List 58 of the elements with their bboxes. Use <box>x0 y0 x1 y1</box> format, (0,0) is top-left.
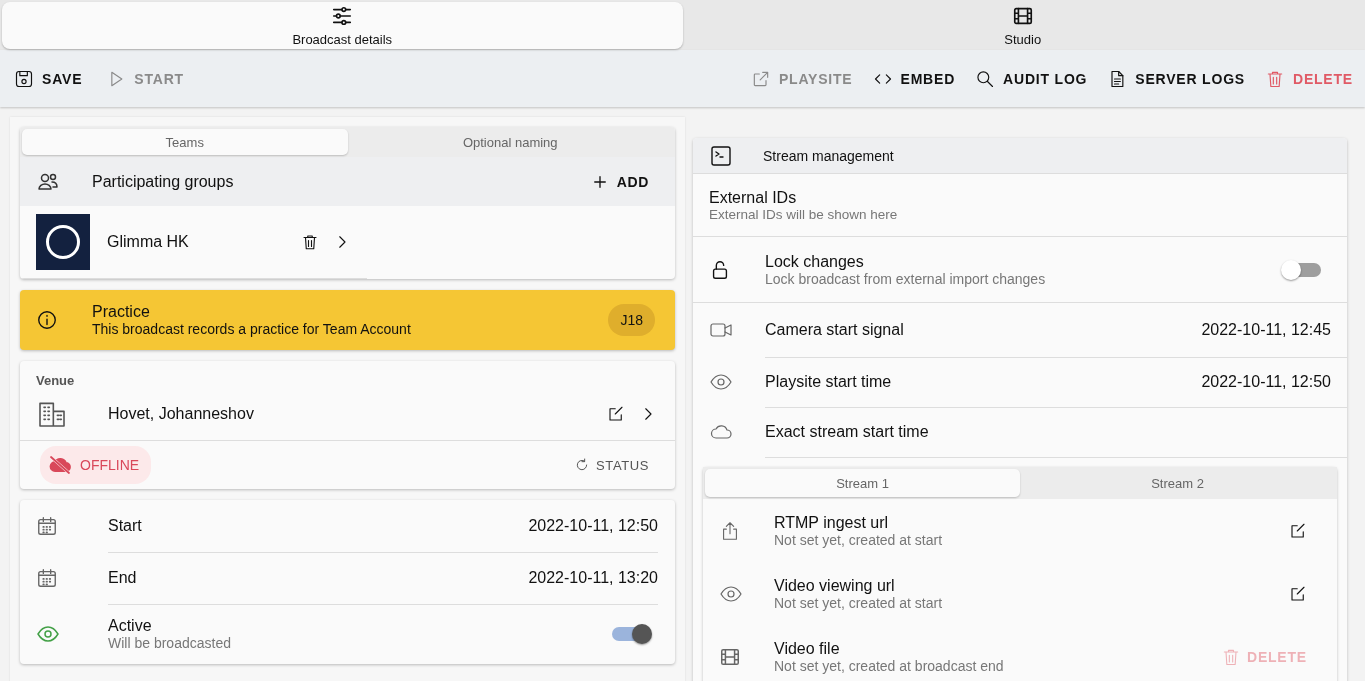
status-button[interactable]: STATUS <box>574 457 649 473</box>
field-label: Lock changes <box>765 252 865 271</box>
terminal-icon <box>709 143 733 168</box>
edit-icon <box>1289 584 1307 603</box>
toolbar-button[interactable]: EMBED <box>872 68 956 89</box>
calendar-icon <box>36 515 58 537</box>
section-title: Stream management <box>763 147 894 164</box>
date-time-value: 2022-10-11, 12:50 <box>528 516 658 535</box>
field-hint: Not set yet, created at start <box>774 594 944 611</box>
add-button[interactable]: ADD <box>590 172 649 191</box>
edit-button[interactable] <box>607 405 625 423</box>
date-time-value: 2022-10-11, 12:50 <box>1201 372 1331 391</box>
date-time-value: 2022-10-11, 12:45 <box>1201 320 1331 339</box>
age-group-badge: J18 <box>608 304 655 336</box>
edit-button[interactable] <box>1289 584 1307 603</box>
venue-name: Hovet, Johanneshov <box>108 405 255 423</box>
toolbar-button[interactable]: SAVE <box>14 68 83 89</box>
segment-tab[interactable]: Optional naming <box>347 129 673 155</box>
field-label: Video file <box>774 639 841 658</box>
calendar-icon <box>36 567 58 589</box>
team-name: Glimma HK <box>107 233 190 251</box>
field-label: RTMP ingest url <box>774 513 890 532</box>
field-hint: Not set yet, created at start <box>774 531 944 548</box>
field-label: Exact stream start time <box>765 422 930 441</box>
segment-tab[interactable]: Teams <box>22 129 348 155</box>
field-hint: Lock broadcast from external import changes <box>765 270 1047 287</box>
top-tab[interactable]: Studio <box>682 2 1363 49</box>
delete-button[interactable] <box>301 233 319 251</box>
field-label: Active <box>108 617 153 635</box>
segment-tab[interactable]: Stream 1 <box>705 469 1020 497</box>
field-hint: Will be broadcasted <box>108 635 232 651</box>
sliders-icon <box>331 4 354 27</box>
edit-icon <box>607 405 625 423</box>
info-icon <box>36 309 58 331</box>
field-label: Video viewing url <box>774 576 896 595</box>
field-label: End <box>108 568 138 587</box>
toolbar-button[interactable]: AUDIT LOG <box>975 68 1088 89</box>
field-label: External IDs <box>709 188 798 207</box>
field-label: Start <box>108 516 143 535</box>
field-label: Camera start signal <box>765 320 905 339</box>
team-logo <box>36 214 90 270</box>
top-tab[interactable]: Broadcast details <box>2 2 683 49</box>
segment-tab[interactable]: Stream 2 <box>1020 469 1335 497</box>
edit-button[interactable] <box>1289 521 1307 540</box>
section-title: Participating groups <box>92 172 235 191</box>
date-time-value: 2022-10-11, 13:20 <box>528 568 658 587</box>
field-hint: Not set yet, created at broadcast end <box>774 657 1005 674</box>
offline-status-chip: OFFLINE <box>40 446 152 484</box>
field-label: Playsite start time <box>765 372 893 391</box>
edit-icon <box>1289 521 1307 540</box>
cloud-off-icon <box>48 453 72 477</box>
trash-icon <box>301 233 319 251</box>
banner-title: Practice <box>92 303 151 321</box>
field-hint: External IDs will be shown here <box>709 206 899 222</box>
banner-text: This broadcast records a practice for Team Account <box>92 321 412 337</box>
toolbar-button[interactable]: SERVER LOGS <box>1107 68 1245 89</box>
search-icon <box>975 68 996 89</box>
venue-label: Venue <box>35 372 76 388</box>
